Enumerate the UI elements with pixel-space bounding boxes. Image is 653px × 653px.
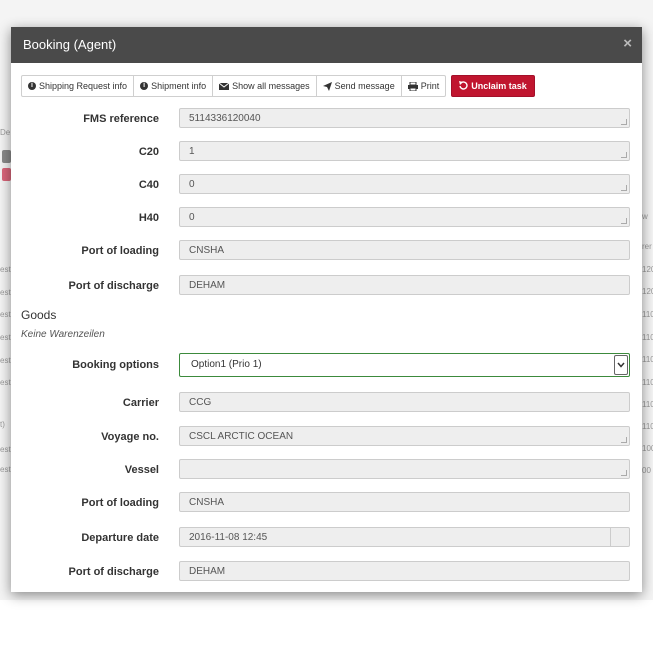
vessel-label: Vessel [124,464,159,476]
bg-text: w [642,212,648,221]
button-label: Unclaim task [471,81,527,91]
fms-reference-row: FMS reference 5114336120040 [11,108,642,130]
bg-text: 110 [642,378,653,387]
bg-text: est [0,465,11,474]
bg-text: 110 [642,355,653,364]
bg-text: est [0,356,11,365]
h40-row: H40 0 [11,207,642,229]
close-icon[interactable]: × [623,35,632,52]
shipment-info-button[interactable]: i Shipment info [133,75,214,97]
booking-port-of-discharge-row: Port of discharge DEHAM [11,561,642,583]
carrier-field[interactable]: CCG [179,392,630,412]
port-of-discharge-field[interactable]: DEHAM [179,275,630,295]
booking-port-of-loading-label: Port of loading [81,497,159,509]
chevron-down-icon [614,355,628,375]
vessel-row: Vessel [11,459,642,481]
booking-port-of-loading-field[interactable]: CNSHA [179,492,630,512]
bg-text: 110 [642,310,653,319]
booking-options-row: Booking options Option1 (Prio 1) [11,353,642,377]
departure-date-label: Departure date [81,532,159,544]
bg-text: De [0,128,11,137]
departure-date-row: Departure date 2016-11-08 12:45 [11,527,642,549]
bg-text: 120 [642,265,653,274]
voyage-no-row: Voyage no. CSCL ARCTIC OCEAN [11,426,642,448]
bg-text: est [0,265,11,274]
h40-label: H40 [138,212,159,224]
bg-text: 00 [642,466,651,475]
paper-plane-icon [322,81,332,91]
modal-header: Booking (Agent) × [11,27,642,63]
bg-text: 110 [642,400,653,409]
button-label: Print [420,81,440,91]
modal-title: Booking (Agent) [23,37,117,52]
c20-row: C20 1 [11,141,642,163]
button-label: Show all messages [232,81,310,91]
c40-row: C40 0 [11,174,642,196]
bg-text: 110 [642,333,653,342]
booking-options-select[interactable]: Option1 (Prio 1) [179,353,630,377]
bg-text: est [0,333,11,342]
button-label: Shipment info [151,81,207,91]
bg-text: t) [0,420,5,429]
bg-text: 110 [642,422,653,431]
port-of-loading-field[interactable]: CNSHA [179,240,630,260]
fms-reference-label: FMS reference [83,113,159,125]
print-icon [407,81,418,91]
c40-label: C40 [138,179,159,191]
departure-date-value: 2016-11-08 12:45 [189,532,268,543]
booking-options-value: Option1 (Prio 1) [191,359,262,370]
carrier-label: Carrier [122,397,159,409]
c40-field[interactable]: 0 [179,174,630,194]
unclaim-task-button[interactable]: Unclaim task [451,75,535,97]
fms-reference-field[interactable]: 5114336120040 [179,108,630,128]
envelope-icon [219,82,230,90]
bg-text: est [0,378,11,387]
h40-field[interactable]: 0 [179,207,630,227]
voyage-no-field[interactable]: CSCL ARCTIC OCEAN [179,426,630,446]
bg-text: 100 [642,444,653,453]
bg-text: est [0,288,11,297]
c20-label: C20 [138,146,159,158]
send-message-button[interactable]: Send message [315,75,402,97]
c20-field[interactable]: 1 [179,141,630,161]
port-of-discharge-row: Port of discharge DEHAM [11,275,642,297]
show-all-messages-button[interactable]: Show all messages [212,75,317,97]
port-of-loading-label: Port of loading [81,245,159,257]
booking-modal: Booking (Agent) × i Shipping Request inf… [11,27,642,592]
bg-text: est [0,310,11,319]
port-of-discharge-label: Port of discharge [68,280,159,292]
goods-empty-text: Keine Warenzeilen [21,329,105,340]
button-label: Shipping Request info [39,81,128,91]
info-circle-icon: i [28,82,36,90]
shipping-request-info-button[interactable]: i Shipping Request info [21,75,135,97]
bg-text: rer [642,242,652,251]
action-toolbar: i Shipping Request info i Shipment info … [21,75,535,97]
info-circle-icon: i [140,82,149,90]
vessel-field[interactable] [179,459,630,479]
goods-section-title: Goods [21,308,57,322]
calendar-addon[interactable] [610,527,629,547]
booking-port-of-discharge-field[interactable]: DEHAM [179,561,630,581]
booking-port-of-loading-row: Port of loading CNSHA [11,492,642,514]
bg-chip [2,150,11,163]
print-button[interactable]: Print [400,75,447,97]
bg-text: 120 [642,287,653,296]
booking-options-label: Booking options [72,359,159,371]
carrier-row: Carrier CCG [11,392,642,414]
bg-text: est [0,445,11,454]
departure-date-field[interactable]: 2016-11-08 12:45 [179,527,630,547]
button-label: Send message [334,81,395,91]
port-of-loading-row: Port of loading CNSHA [11,240,642,262]
booking-port-of-discharge-label: Port of discharge [68,566,159,578]
undo-icon [459,80,468,92]
bg-chip [2,168,11,181]
voyage-no-label: Voyage no. [101,431,159,443]
